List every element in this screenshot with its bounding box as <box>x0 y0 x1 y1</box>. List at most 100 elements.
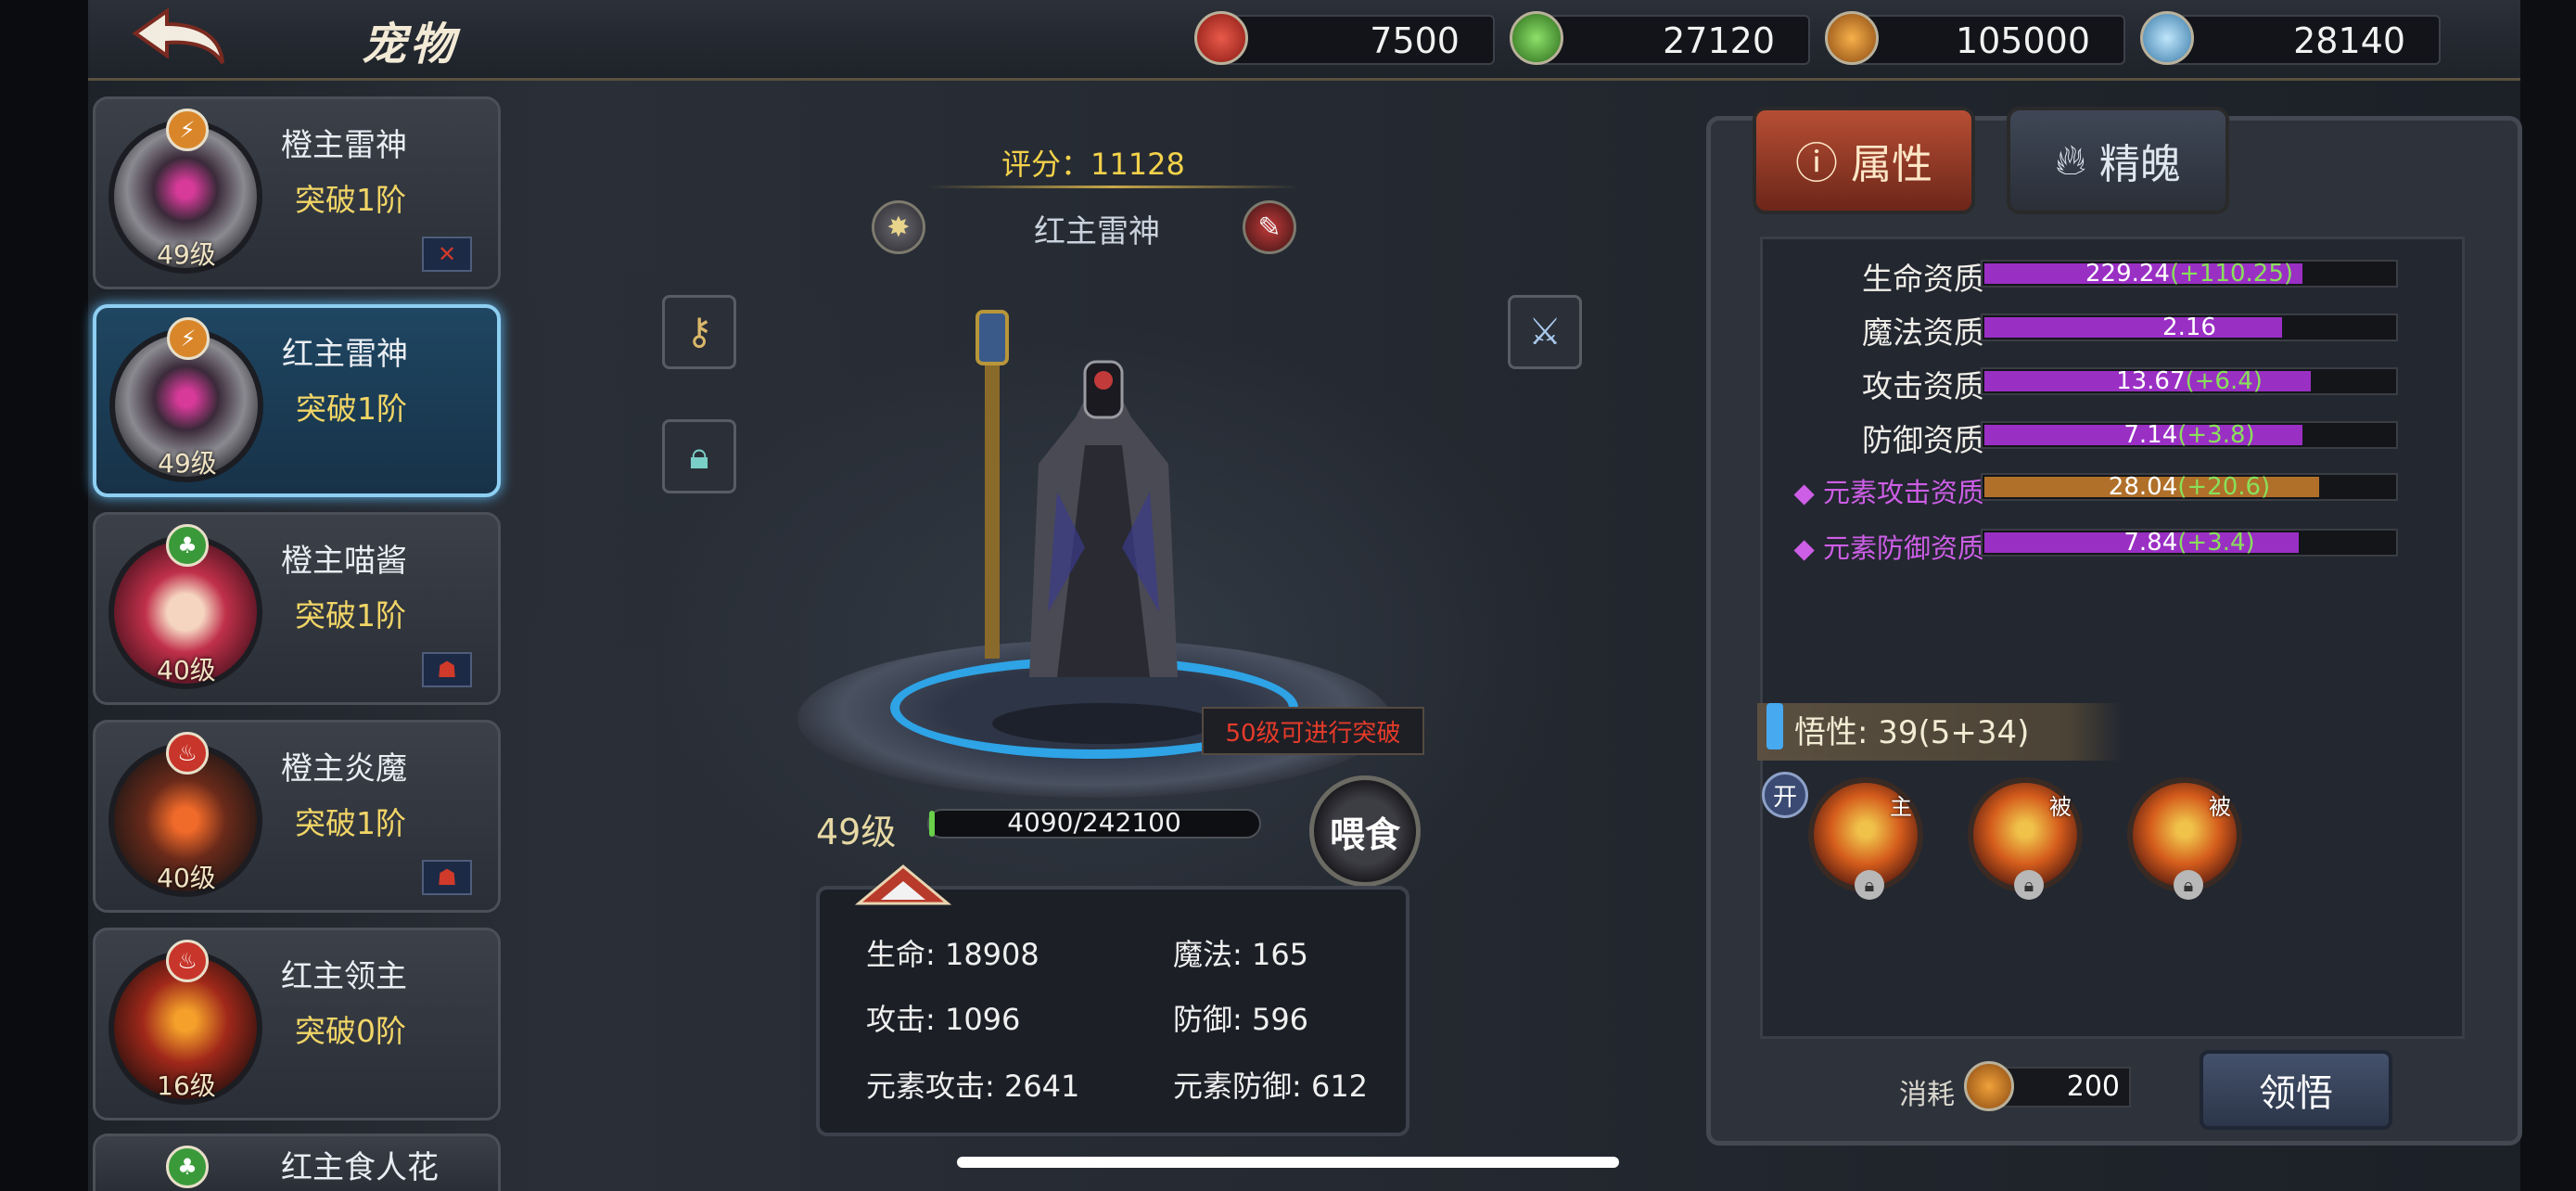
resource-red: 7500 <box>1194 11 1495 65</box>
exclamation-icon <box>1766 703 1783 749</box>
lock-icon: 🔒︎ <box>1855 870 1884 900</box>
pet-score: 评分：11128 <box>1001 147 1185 182</box>
resource-ice-value: 28140 <box>2293 20 2405 61</box>
skill-tag: 被 <box>2209 794 2231 820</box>
aptitude-value: 2.16 <box>2162 314 2216 341</box>
home-indicator[interactable] <box>957 1157 1619 1168</box>
aptitude-value: 7.14(+3.8) <box>2123 421 2255 449</box>
pet-stage: 突破1阶 <box>295 597 406 634</box>
aptitude-label: 攻击资质 <box>1862 368 1984 404</box>
skill-tag: 主 <box>1890 794 1912 820</box>
score-divider <box>927 186 1298 188</box>
aptitude-label-elemental: ◆ 元素防御资质 <box>1793 532 1984 564</box>
skill-tag: 被 <box>2049 794 2072 820</box>
aptitude-label: 魔法资质 <box>1862 314 1984 351</box>
stat-hp: 生命: 18908 <box>866 937 1039 972</box>
stat-def: 防御: 596 <box>1173 1002 1309 1037</box>
aptitude-label: 生命资质 <box>1862 261 1984 297</box>
pet-level: 40级 <box>157 655 216 685</box>
key-icon[interactable]: ⚷ <box>662 295 736 369</box>
page-title: 宠物 <box>362 19 459 70</box>
pet-level: 49级 <box>157 239 216 270</box>
pet-level: 40级 <box>157 863 216 893</box>
left-safe-area <box>0 0 88 1191</box>
tab-soul[interactable]: 🔥︎ 精魄 <box>2007 107 2229 214</box>
lightning-element-icon: ⚡ <box>166 109 209 151</box>
ice-crystal-icon <box>2140 11 2194 65</box>
rename-feather-icon[interactable]: ✎ <box>1243 200 1296 254</box>
leaf-element-icon: ♣ <box>166 1146 209 1188</box>
aptitude-bar: 7.84(+3.4) <box>1981 529 2398 557</box>
lightning-skill-icon[interactable]: 被 🔒︎ <box>2127 777 2242 900</box>
aptitude-value: 7.84(+3.4) <box>2123 529 2255 557</box>
pet-stage: 突破0阶 <box>295 1013 406 1049</box>
resource-ice: 28140 <box>2140 11 2441 65</box>
padlock-icon[interactable]: 🔒︎ <box>662 419 736 493</box>
aptitude-bar: 28.04(+20.6) <box>1981 473 2398 501</box>
pet-name: 橙主喵酱 <box>281 543 407 580</box>
aptitude-bar: 2.16 <box>1981 314 2398 341</box>
stat-element-atk: 元素攻击: 2641 <box>866 1069 1080 1104</box>
pet-display-name: 红主雷神 <box>1034 213 1160 250</box>
lock-icon: 🔒︎ <box>2174 870 2203 900</box>
pet-stage: 突破1阶 <box>296 391 407 427</box>
aptitude-label: 防御资质 <box>1862 422 1984 458</box>
crossed-swords-icon: ✕ <box>422 237 472 272</box>
aptitude-bar: 229.24(+110.25) <box>1981 260 2398 288</box>
demon-mask-icon: ☗ <box>422 652 472 687</box>
pet-stage: 突破1阶 <box>295 805 406 841</box>
resource-red-value: 7500 <box>1370 20 1460 61</box>
leaf-element-icon: ♣ <box>166 524 209 567</box>
cost-label: 消耗 <box>1899 1079 1955 1111</box>
pet-name: 红主食人花 <box>281 1149 439 1186</box>
aptitude-bar: 7.14(+3.8) <box>1981 421 2398 449</box>
attribute-content <box>1760 237 2465 1039</box>
aptitude-bar: 13.67(+6.4) <box>1981 367 2398 395</box>
back-arrow-icon[interactable] <box>130 6 232 67</box>
pet-level: 16级 <box>157 1070 216 1101</box>
fire-element-icon: ♨ <box>166 940 209 982</box>
feed-button[interactable]: 喂食 <box>1309 775 1421 887</box>
pet-card-selected[interactable]: ⚡ 49级 红主雷神 突破1阶 <box>93 304 501 497</box>
pet-level-label: 49级 <box>816 812 897 852</box>
cost-value: 200 <box>2066 1070 2120 1103</box>
breakthrough-tip: 50级可进行突破 <box>1202 707 1424 755</box>
enlighten-button[interactable]: 领悟 <box>2200 1050 2392 1130</box>
pet-card[interactable]: ♨ 40级 橙主炎魔 突破1阶 ☗ <box>93 720 501 913</box>
pet-card[interactable]: ♣ 红主食人花 <box>93 1133 501 1191</box>
pet-card[interactable]: ⚡ 49级 橙主雷神 突破1阶 ✕ <box>93 96 501 289</box>
lightning-skill-icon[interactable]: 主 🔒︎ <box>1808 777 1923 900</box>
resource-lightning-value: 105000 <box>1955 20 2090 61</box>
pet-stage: 突破1阶 <box>295 182 406 218</box>
collapse-arrow-icon[interactable] <box>854 863 952 907</box>
wisdom-label: 悟性: 39(5+34) <box>1794 714 2030 751</box>
aptitude-label-elemental: ◆ 元素攻击资质 <box>1793 477 1984 508</box>
lightning-coin-icon <box>1825 11 1879 65</box>
open-toggle-button[interactable]: 开 <box>1762 772 1808 818</box>
pet-name: 橙主炎魔 <box>281 750 407 788</box>
green-crystal-icon <box>1510 11 1563 65</box>
xp-text: 4090/242100 <box>1007 807 1181 838</box>
resource-lightning: 105000 <box>1825 11 2125 65</box>
sword-icon[interactable]: ⚔ <box>1508 295 1582 369</box>
pet-model[interactable] <box>946 306 1261 751</box>
info-icon: ⓘ <box>1795 138 1838 188</box>
stat-element-def: 元素防御: 612 <box>1173 1069 1369 1104</box>
stat-atk: 攻击: 1096 <box>866 1002 1021 1037</box>
tab-attributes[interactable]: ⓘ 属性 <box>1753 107 1975 214</box>
tab-attributes-label: 属性 <box>1851 141 1932 188</box>
pet-card[interactable]: ♣ 40级 橙主喵酱 突破1阶 ☗ <box>93 512 501 705</box>
compass-star-icon[interactable]: ✸ <box>872 200 925 254</box>
pet-card[interactable]: ♨ 16级 红主领主 突破0阶 <box>93 928 501 1121</box>
fire-element-icon: ♨ <box>166 732 209 775</box>
pet-name: 红主雷神 <box>282 336 408 373</box>
red-crystal-icon <box>1194 11 1248 65</box>
demon-mask-icon: ☗ <box>422 860 472 895</box>
aptitude-value: 28.04(+20.6) <box>2108 473 2271 501</box>
lightning-skill-icon[interactable]: 被 🔒︎ <box>1968 777 2083 900</box>
right-safe-area <box>2520 0 2576 1191</box>
tab-soul-label: 精魄 <box>2098 141 2181 188</box>
resource-green-value: 27120 <box>1663 20 1775 61</box>
aptitude-value: 229.24(+110.25) <box>2085 260 2294 288</box>
lock-icon: 🔒︎ <box>2014 870 2044 900</box>
